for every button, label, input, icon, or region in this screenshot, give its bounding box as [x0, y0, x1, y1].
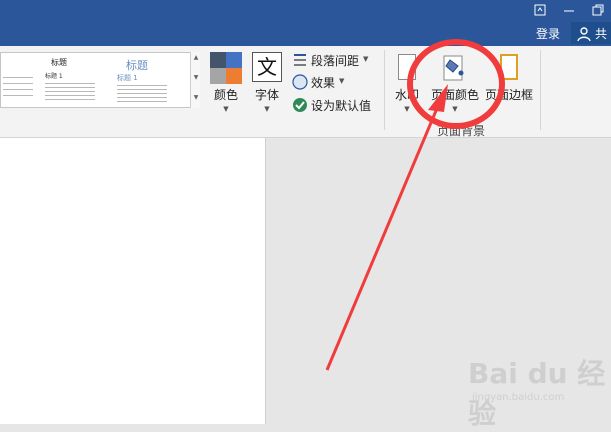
minimize-icon[interactable] [562, 2, 576, 16]
style-set-gallery: 标题 标题 1 标题 标题 1 ▲ ▼ ▼ [0, 52, 200, 108]
fonts-label: 字体 [254, 88, 279, 102]
group-separator [540, 50, 541, 130]
fonts-icon: 文 [252, 52, 282, 82]
page-color-label: 页面颜色 [430, 88, 479, 102]
effects-icon [292, 74, 308, 90]
page-borders-label: 页面边框 [484, 88, 533, 102]
thumb-title: 标题 [51, 58, 67, 67]
style-thumbnail-basic[interactable]: 标题 标题 1 [113, 55, 189, 105]
paragraph-spacing-label: 段落间距 [311, 54, 360, 68]
chevron-down-icon: ▼ [452, 105, 458, 113]
chevron-down-icon: ▼ [363, 55, 369, 63]
paint-bucket-icon [443, 55, 464, 81]
ribbon-display-options-icon[interactable] [533, 2, 547, 16]
document-page[interactable] [0, 138, 266, 424]
chevron-down-icon: ▼ [223, 105, 229, 113]
person-icon [577, 27, 591, 42]
effects-label: 效果 [311, 76, 336, 90]
ribbon-design-tab: 标题 标题 1 标题 标题 1 ▲ ▼ ▼ 颜色 ▼ 文 字体 ▼ 段落间距 ▼… [0, 46, 611, 138]
chevron-down-icon: ▼ [339, 77, 345, 85]
thumb-title: 标题 [126, 59, 148, 72]
thumb-heading: 标题 1 [45, 73, 63, 80]
signin-link[interactable]: 登录 [536, 25, 560, 42]
title-bar [0, 0, 611, 20]
url-watermark: jingyan.baidu.com [472, 392, 565, 403]
chevron-down-icon: ▼ [264, 105, 270, 113]
group-label-page-background: 页面背景 [437, 124, 486, 138]
restore-icon[interactable] [591, 2, 605, 16]
group-separator [384, 50, 385, 130]
gallery-scrollbar[interactable]: ▲ ▼ ▼ [190, 52, 200, 108]
page-borders-icon [500, 54, 518, 80]
style-thumbnail-default[interactable]: 标题 标题 1 [1, 55, 107, 105]
colors-label: 颜色 [213, 88, 238, 102]
checkmark-icon [293, 98, 307, 112]
account-bar: 登录 共 [0, 20, 611, 46]
scroll-up-icon[interactable]: ▲ [192, 54, 200, 61]
set-as-default-label: 设为默认值 [311, 99, 372, 113]
annotation-arrow-shaft [325, 105, 440, 371]
gallery-more-icon[interactable]: ▼ [192, 94, 200, 101]
share-label: 共 [595, 27, 608, 41]
chevron-down-icon: ▼ [404, 105, 410, 113]
scroll-down-icon[interactable]: ▼ [192, 74, 200, 81]
paragraph-spacing-icon [294, 54, 306, 66]
theme-colors-icon [210, 52, 242, 84]
thumb-heading: 标题 1 [117, 74, 138, 82]
watermark-icon [398, 54, 416, 80]
share-button[interactable]: 共 [571, 22, 611, 44]
watermark-label: 水印 [394, 88, 419, 102]
